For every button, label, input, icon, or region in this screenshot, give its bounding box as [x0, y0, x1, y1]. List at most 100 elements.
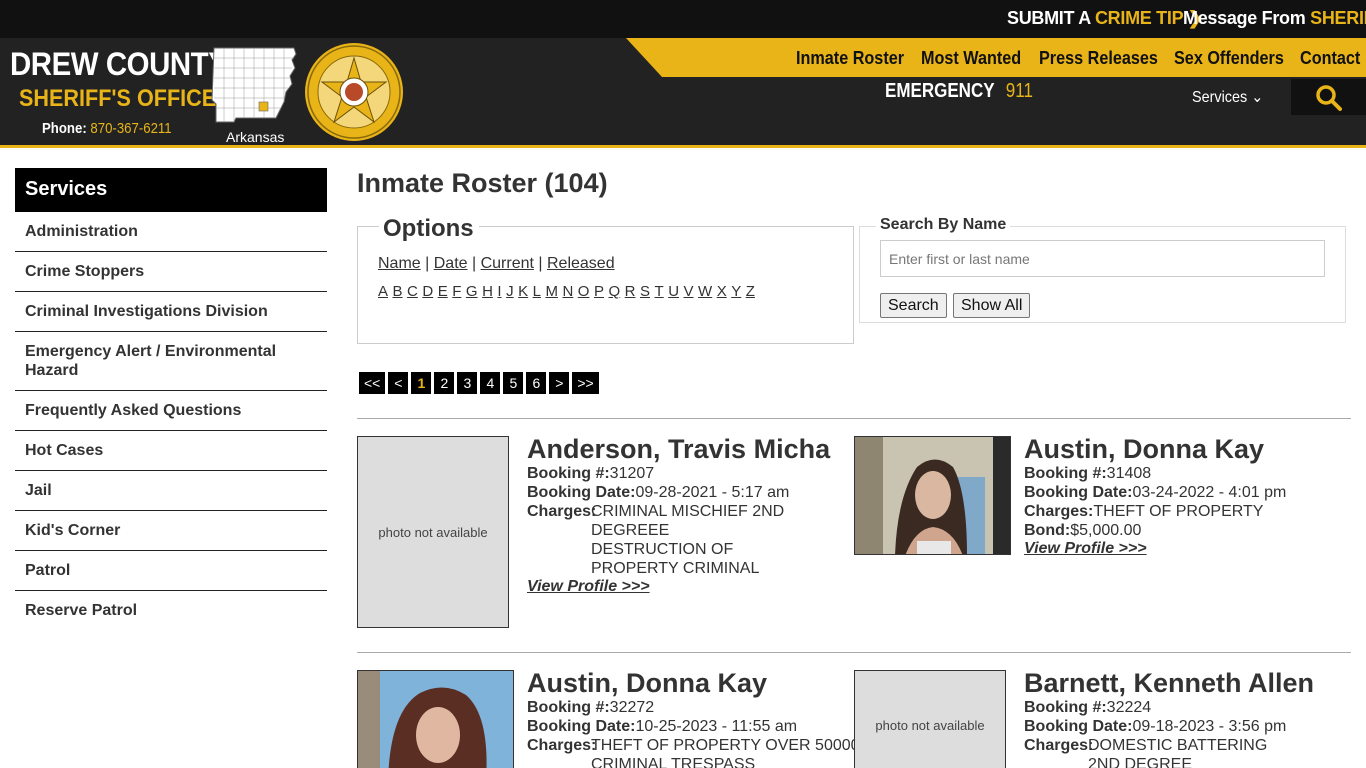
alpha-link-z[interactable]: Z	[746, 283, 755, 300]
sidebar-item-crime-stoppers[interactable]: Crime Stoppers	[15, 252, 327, 292]
page-button[interactable]: >	[549, 372, 570, 394]
sidebar-item-faq[interactable]: Frequently Asked Questions	[15, 391, 327, 431]
alpha-link-d[interactable]: D	[422, 283, 433, 300]
page-button[interactable]: 3	[457, 372, 478, 394]
alpha-link-p[interactable]: P	[594, 283, 604, 300]
alpha-link-i[interactable]: I	[497, 283, 501, 300]
sidebar-item-criminal-investigations[interactable]: Criminal Investigations Division	[15, 292, 327, 332]
alpha-link-n[interactable]: N	[562, 283, 573, 300]
alpha-link-c[interactable]: C	[407, 283, 418, 300]
booking-number-row: Booking #:31207	[527, 464, 654, 483]
page-button[interactable]: 4	[480, 372, 501, 394]
charges-list: CRIMINAL MISCHIEF 2ND DEGREEE DESTRUCTIO…	[591, 502, 821, 578]
nav-press-releases[interactable]: Press Releases	[1039, 48, 1158, 69]
inmate-name[interactable]: Anderson, Travis Micha	[527, 434, 830, 465]
alpha-link-j[interactable]: J	[506, 283, 514, 300]
sidebar-item-patrol[interactable]: Patrol	[15, 551, 327, 591]
alpha-link-q[interactable]: Q	[608, 283, 620, 300]
page-button[interactable]: 5	[503, 372, 524, 394]
page-button[interactable]: 6	[526, 372, 547, 394]
page-button[interactable]: <	[388, 372, 409, 394]
header-phone: Phone: 870-367-6211	[42, 120, 172, 137]
arkansas-map-icon	[211, 47, 297, 123]
view-profile-link[interactable]: View Profile >>>	[1024, 540, 1147, 558]
alpha-link-b[interactable]: B	[393, 283, 403, 300]
alpha-link-o[interactable]: O	[578, 283, 590, 300]
show-all-button[interactable]: Show All	[953, 293, 1031, 318]
page-button[interactable]: 1	[411, 372, 432, 394]
inmate-photo[interactable]	[854, 436, 1011, 555]
msg-highlight: SHERIFF	[1310, 8, 1366, 28]
search-legend: Search By Name	[876, 216, 1011, 234]
page-button[interactable]: >>	[572, 372, 599, 394]
inmate-name[interactable]: Austin, Donna Kay	[527, 668, 767, 699]
alpha-link-e[interactable]: E	[438, 283, 448, 300]
alpha-link-r[interactable]: R	[625, 283, 636, 300]
sidebar-item-emergency-alert[interactable]: Emergency Alert / Environmental Hazard	[15, 332, 327, 391]
filter-released-link[interactable]: Released	[547, 255, 615, 272]
filter-current-link[interactable]: Current	[481, 255, 534, 272]
inmate-photo-placeholder[interactable]: photo not available	[357, 436, 509, 628]
sidebar-item-jail[interactable]: Jail	[15, 471, 327, 511]
alpha-link-k[interactable]: K	[518, 283, 528, 300]
site-subtitle[interactable]: SHERIFF'S OFFICE	[19, 85, 216, 113]
services-dropdown[interactable]: Services ⌄	[1192, 87, 1263, 107]
map-label: Arkansas	[226, 129, 285, 145]
nav-sex-offenders[interactable]: Sex Offenders	[1174, 48, 1284, 69]
alpha-link-m[interactable]: M	[545, 283, 558, 300]
booking-date-label: Booking Date:	[1024, 484, 1133, 501]
mugshot-image	[358, 671, 513, 768]
sidebar-item-reserve-patrol[interactable]: Reserve Patrol	[15, 591, 327, 630]
chevron-down-icon: ⌄	[1251, 89, 1264, 106]
site-title[interactable]: DREW COUNTY	[10, 46, 228, 83]
view-profile-link[interactable]: View Profile >>>	[527, 578, 650, 596]
submit-crime-tip-link[interactable]: SUBMIT A CRIME TIP ❯	[1007, 8, 1203, 29]
divider	[357, 418, 1351, 419]
alpha-link-g[interactable]: G	[466, 283, 478, 300]
alpha-link-a[interactable]: A	[378, 283, 388, 300]
phone-number[interactable]: 870-367-6211	[90, 120, 171, 137]
sort-name-link[interactable]: Name	[378, 255, 421, 272]
sidebar-title: Services	[15, 168, 327, 212]
alpha-link-x[interactable]: X	[717, 283, 727, 300]
name-search-input[interactable]	[880, 240, 1325, 277]
charges-label: Charges:	[527, 502, 596, 521]
emergency-number[interactable]: 911	[1006, 80, 1033, 102]
inmate-name[interactable]: Barnett, Kenneth Allen	[1024, 668, 1314, 699]
alpha-link-s[interactable]: S	[640, 283, 650, 300]
tip-highlight: CRIME TIP	[1094, 8, 1183, 28]
inmate-photo[interactable]	[357, 670, 514, 768]
sidebar-item-administration[interactable]: Administration	[15, 212, 327, 252]
charges-list: DOMESTIC BATTERING 2ND DEGREE	[1088, 736, 1298, 768]
sidebar-item-kids-corner[interactable]: Kid's Corner	[15, 511, 327, 551]
booking-date-row: Booking Date:09-18-2023 - 3:56 pm	[1024, 717, 1286, 736]
nav-contact[interactable]: Contact	[1300, 48, 1360, 69]
pagination: << <1 2 3 4 5 6 > >>	[359, 372, 599, 394]
alpha-link-y[interactable]: Y	[731, 283, 741, 300]
alpha-link-u[interactable]: U	[668, 283, 679, 300]
alpha-link-t[interactable]: T	[655, 283, 664, 300]
alpha-link-v[interactable]: V	[684, 283, 694, 300]
inmate-photo-placeholder[interactable]: photo not available	[854, 670, 1006, 768]
header-search-button[interactable]	[1291, 79, 1366, 115]
page-button[interactable]: <<	[359, 372, 386, 394]
nav-most-wanted[interactable]: Most Wanted	[921, 48, 1021, 69]
sort-date-link[interactable]: Date	[434, 255, 468, 272]
charges-row: Charges:THEFT OF PROPERTY	[1024, 502, 1263, 521]
message-from-sheriff-link[interactable]: Message From SHERIFF ❯	[1183, 8, 1366, 29]
charges-list: THEFT OF PROPERTY OVER 50000 CRIMINAL TR…	[591, 736, 860, 768]
booking-number-row: Booking #:31408	[1024, 464, 1151, 483]
alpha-link-f[interactable]: F	[452, 283, 461, 300]
inmate-name[interactable]: Austin, Donna Kay	[1024, 434, 1264, 465]
photo-na-text: photo not available	[378, 524, 488, 540]
emergency-line: EMERGENCY 911	[885, 80, 1033, 103]
page-button[interactable]: 2	[434, 372, 455, 394]
booking-number-label: Booking #:	[1024, 699, 1107, 716]
sheriff-badge-icon	[305, 43, 403, 141]
nav-inmate-roster[interactable]: Inmate Roster	[796, 48, 904, 69]
alpha-link-w[interactable]: W	[698, 283, 712, 300]
sidebar-item-hot-cases[interactable]: Hot Cases	[15, 431, 327, 471]
alpha-link-h[interactable]: H	[482, 283, 493, 300]
search-button[interactable]: Search	[880, 293, 947, 318]
alpha-link-l[interactable]: L	[533, 283, 541, 300]
